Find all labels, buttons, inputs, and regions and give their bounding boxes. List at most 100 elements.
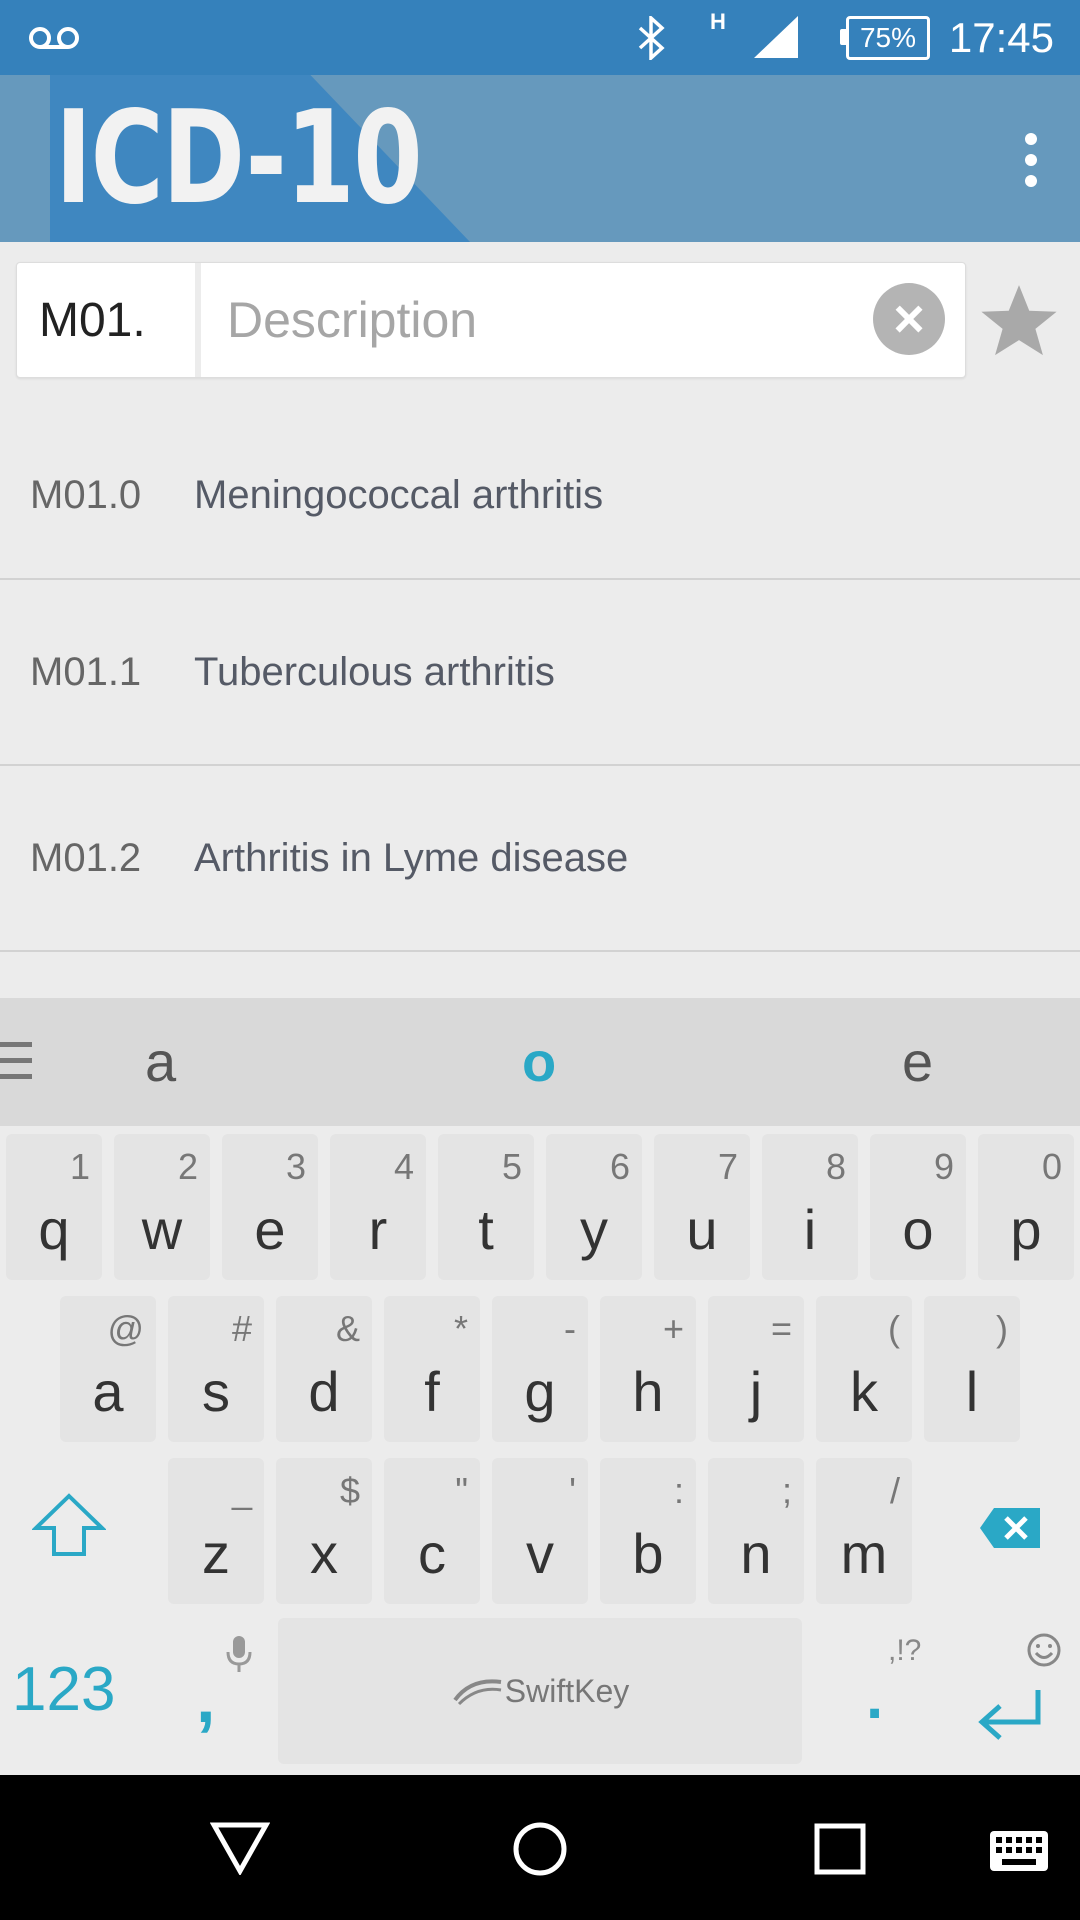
key-label: g [524,1360,556,1423]
key-a[interactable]: @ a [60,1296,156,1442]
list-item[interactable]: M01.2 Arthritis in Lyme disease [0,766,1080,952]
key-secondary-label: " [455,1470,468,1511]
key-label: i [803,1198,817,1261]
recents-icon[interactable] [814,1823,866,1880]
key-label: c [418,1522,446,1585]
key-l[interactable]: ) l [924,1296,1020,1442]
key-secondary-label: @ [107,1308,144,1349]
key-secondary-label: * [453,1308,468,1349]
item-description: Meningococcal arthritis [194,472,604,517]
key-secondary-label: 9 [933,1146,954,1187]
key-secondary-label: 3 [285,1146,306,1187]
key-z[interactable]: _ z [168,1458,264,1604]
key-secondary-label: 8 [825,1146,846,1187]
results-list: M01.0 Meningococcal arthritis M01.1 Tube… [0,412,1080,952]
period-key[interactable]: . [866,1662,883,1733]
home-icon[interactable] [512,1821,568,1882]
key-label: u [686,1198,718,1261]
item-code: M01.2 [30,835,142,880]
navigation-bar [0,1775,1080,1920]
shift-icon[interactable] [31,1492,107,1563]
key-v[interactable]: ' v [492,1458,588,1604]
back-icon[interactable] [209,1821,271,1880]
key-w[interactable]: 2w [114,1134,210,1280]
menu-icon[interactable] [0,1042,32,1090]
key-label: k [850,1360,878,1423]
status-bar: H 75% 17:45 [0,0,1080,75]
key-y[interactable]: 6y [546,1134,642,1280]
key-secondary-label: : [673,1470,684,1511]
key-label: y [580,1198,608,1261]
key-label: s [202,1360,230,1423]
key-h[interactable]: + h [600,1296,696,1442]
key-label: j [749,1360,763,1423]
key-label: w [141,1198,183,1261]
key-q[interactable]: 1q [6,1134,102,1280]
key-f[interactable]: * f [384,1296,480,1442]
key-i[interactable]: 8i [762,1134,858,1280]
key-secondary-label: ( [888,1308,900,1349]
microphone-icon[interactable] [224,1634,254,1679]
key-r[interactable]: 4r [330,1134,426,1280]
key-p[interactable]: 0p [978,1134,1074,1280]
key-s[interactable]: # s [168,1296,264,1442]
key-secondary-label: ; [781,1470,792,1511]
key-secondary-label: = [770,1308,792,1349]
key-label: v [526,1522,554,1585]
emoji-icon[interactable] [1026,1632,1062,1673]
item-description: Tuberculous arthritis [194,649,555,694]
key-d[interactable]: & d [276,1296,372,1442]
key-label: m [840,1522,888,1585]
key-label: r [368,1198,388,1261]
enter-icon[interactable] [974,1686,1044,1751]
key-o[interactable]: 9o [870,1134,966,1280]
clear-icon[interactable]: × [873,283,945,355]
punctuation-hint: ,!? [888,1634,922,1667]
key-secondary-label: _ [231,1470,252,1511]
star-icon[interactable] [978,280,1060,362]
list-item[interactable]: M01.0 Meningococcal arthritis [0,412,1080,580]
key-secondary-label: ) [996,1308,1008,1349]
key-e[interactable]: 3e [222,1134,318,1280]
key-k[interactable]: (k [816,1296,912,1442]
key-x[interactable]: $ x [276,1458,372,1604]
key-j[interactable]: = j [708,1296,804,1442]
list-item[interactable]: M01.1 Tuberculous arthritis [0,580,1080,766]
keyboard-icon[interactable] [988,1829,1050,1878]
suggestion[interactable]: e [902,998,933,1126]
bluetooth-icon [636,0,666,75]
key-secondary-label: # [231,1308,252,1349]
key-c[interactable]: " c [384,1458,480,1604]
key-secondary-label: 1 [69,1146,90,1187]
item-code: M01.1 [30,649,142,694]
key-label: b [632,1522,664,1585]
code-input[interactable]: M01. [17,263,201,377]
battery-level: 75% [859,21,917,53]
key-secondary-label: 7 [717,1146,738,1187]
comma-key[interactable]: , [196,1658,215,1738]
space-bar[interactable]: SwiftKey [278,1618,802,1764]
numbers-key[interactable]: 123 [12,1654,115,1725]
backspace-icon[interactable] [978,1506,1042,1555]
item-description: Arthritis in Lyme disease [194,835,629,880]
key-m[interactable]: / m [816,1458,912,1604]
key-n[interactable]: ; n [708,1458,804,1604]
suggestion[interactable]: o [522,998,556,1126]
key-secondary-label: 6 [609,1146,630,1187]
key-t[interactable]: 5t [438,1134,534,1280]
key-g[interactable]: -g [492,1296,588,1442]
key-secondary-label: $ [339,1470,360,1511]
clock: 17:45 [948,13,1054,61]
search-bar: M01. × [16,262,966,378]
key-b[interactable]: :b [600,1458,696,1604]
key-secondary-label: 0 [1041,1146,1062,1187]
suggestion[interactable]: a [145,998,176,1126]
key-secondary-label: 4 [393,1146,414,1187]
description-input[interactable] [207,263,965,377]
signal-icon [752,0,800,75]
key-label: a [92,1360,124,1423]
key-secondary-label: & [335,1308,360,1349]
more-vert-icon[interactable] [1016,133,1046,187]
key-u[interactable]: 7u [654,1134,750,1280]
key-label: p [1010,1198,1042,1261]
